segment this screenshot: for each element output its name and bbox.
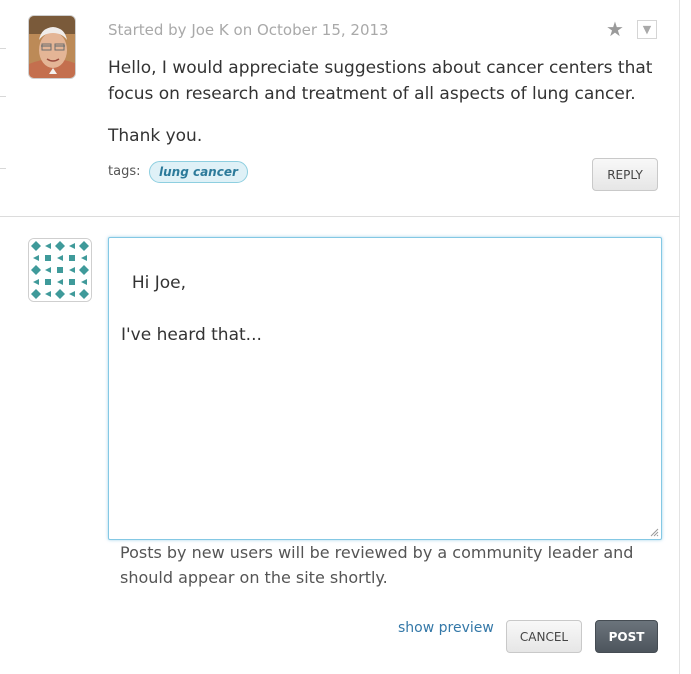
show-preview-link[interactable]: show preview: [398, 620, 494, 636]
user-avatar[interactable]: [28, 238, 92, 302]
section-divider: [0, 216, 680, 217]
post-body: Hello, I would appreciate suggestions ab…: [108, 55, 658, 149]
thread-right-border: [679, 0, 680, 674]
moderation-notice: Posts by new users will be reviewed by a…: [120, 543, 634, 587]
left-divider-stub: [0, 48, 6, 49]
post-paragraph: Hello, I would appreciate suggestions ab…: [108, 58, 653, 104]
resize-handle-icon[interactable]: [650, 528, 659, 537]
left-divider-stub: [0, 168, 6, 169]
star-icon[interactable]: ★: [606, 19, 624, 39]
chevron-down-icon[interactable]: ▼: [637, 20, 657, 39]
identicon: [29, 239, 91, 301]
thread-meta: Started by Joe K on October 15, 2013: [108, 21, 389, 39]
reply-button[interactable]: REPLY: [592, 158, 658, 191]
post-button[interactable]: POST: [595, 620, 658, 653]
reply-textarea[interactable]: Hi Joe, I've heard that...: [108, 237, 662, 540]
left-divider-stub: [0, 96, 6, 97]
reply-text: Hi Joe, I've heard that...: [121, 273, 262, 345]
post-paragraph: Thank you.: [108, 126, 203, 146]
tag-lung-cancer[interactable]: lung cancer: [149, 161, 248, 183]
cancel-button[interactable]: CANCEL: [506, 620, 582, 653]
author-avatar[interactable]: [28, 15, 76, 79]
author-photo: [29, 16, 75, 78]
tags-label: tags:: [108, 164, 141, 179]
